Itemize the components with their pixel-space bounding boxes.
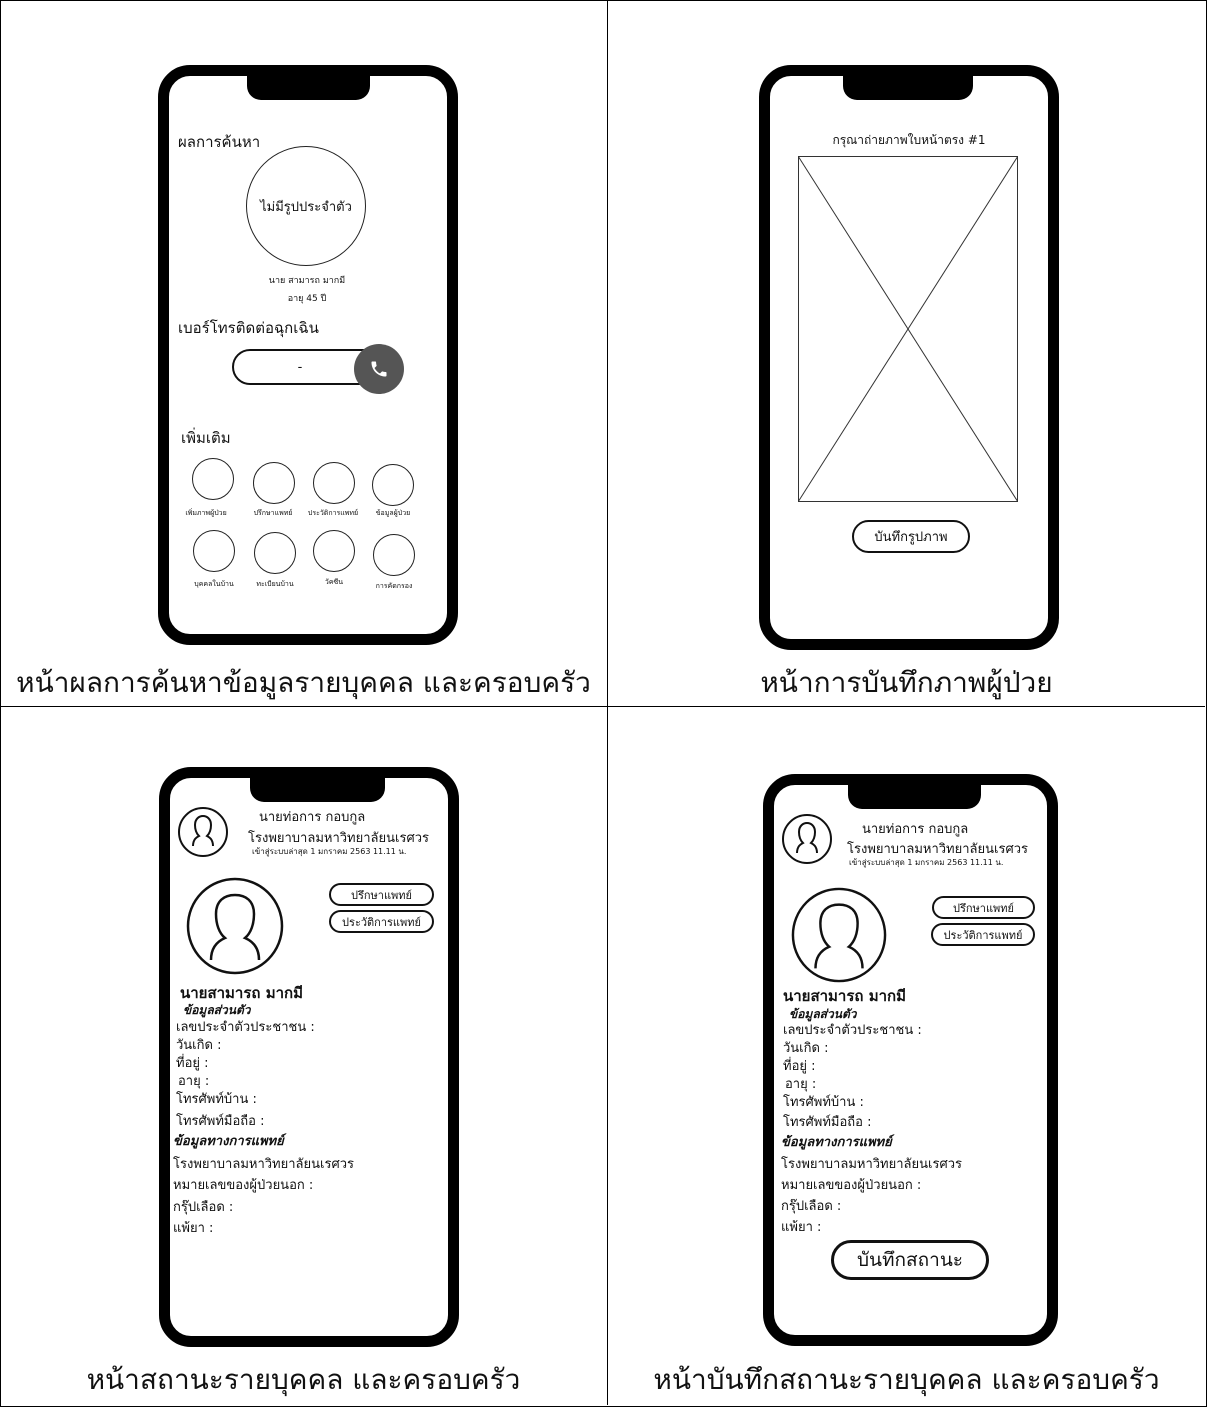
patient-avatar-icon — [791, 887, 887, 983]
menu-label-house-registration: ทะเบียนบ้าน — [256, 580, 294, 588]
caption-search-result: หน้าผลการค้นหาข้อมูลรายบุคคล และครอบครัว — [16, 666, 591, 699]
save-status-label: บันทึกสถานะ — [856, 1249, 964, 1271]
personal-field-age: อายุ : — [178, 1074, 210, 1089]
phone-notch — [843, 74, 973, 100]
medical-field-hospital: โรงพยาบาลมหาวิทยาลัยนเรศวร — [781, 1157, 962, 1172]
phone-notch — [250, 776, 385, 802]
menu-label-screening: การคัดกรอง — [375, 582, 413, 590]
user-avatar-icon — [178, 807, 228, 857]
menu-label-household-members: บุคคลในบ้าน — [194, 580, 234, 588]
personal-field-age: อายุ : — [785, 1077, 817, 1092]
phone-save-status: นายท่อการ กอบกูล โรงพยาบาลมหาวิทยาลัยนเร… — [763, 774, 1058, 1346]
personal-field-mobile: โทรศัพท์มือถือ : — [176, 1114, 265, 1129]
menu-household-members[interactable] — [193, 530, 235, 572]
save-photo-button[interactable]: บันทึกรูปภาพ — [852, 520, 970, 553]
medical-field-hospital: โรงพยาบาลมหาวิทยาลัยนเรศวร — [173, 1157, 354, 1172]
photo-instruction: กรุณาถ่ายภาพใบหน้าตรง #1 — [832, 133, 986, 147]
personal-field-id: เลขประจำตัวประชาชน : — [783, 1023, 922, 1038]
user-name: นายท่อการ กอบกูล — [259, 810, 366, 825]
no-photo-circle: ไม่มีรูปประจำตัว — [246, 146, 366, 266]
phone-search-result: ผลการค้นหา ไม่มีรูปประจำตัว นาย สามารถ ม… — [158, 65, 458, 645]
menu-house-registration[interactable] — [254, 532, 296, 574]
medical-info-title: ข้อมูลทางการแพทย์ — [781, 1135, 892, 1150]
consult-doctor-label: ปรึกษาแพทย์ — [952, 901, 1014, 915]
menu-label-vaccine: วัคซีน — [324, 578, 344, 586]
emergency-phone-value: - — [297, 359, 303, 375]
menu-screening[interactable] — [373, 534, 415, 576]
menu-medical-history[interactable] — [313, 462, 355, 504]
menu-label-add-patient-photo: เพิ่มภาพผู้ป่วย — [185, 509, 227, 517]
caption-person-status: หน้าสถานะรายบุคคล และครอบครัว — [86, 1363, 521, 1396]
patient-name: นาย สามารถ มากมี — [268, 276, 346, 286]
call-button[interactable] — [354, 344, 404, 394]
patient-avatar-icon — [186, 877, 284, 975]
menu-consult-doctor[interactable] — [253, 462, 295, 504]
consult-doctor-button[interactable]: ปรึกษาแพทย์ — [329, 883, 434, 906]
medical-field-drug-allergy: แพ้ยา : — [781, 1220, 822, 1235]
photo-placeholder — [798, 156, 1018, 502]
user-avatar-icon — [782, 814, 832, 864]
menu-label-consult-doctor: ปรึกษาแพทย์ — [253, 509, 293, 517]
personal-field-birthdate: วันเกิด : — [783, 1041, 829, 1056]
personal-field-id: เลขประจำตัวประชาชน : — [176, 1020, 315, 1035]
more-title: เพิ่มเติม — [181, 429, 231, 447]
patient-age: อายุ 45 ปี — [287, 294, 327, 304]
personal-field-home-phone: โทรศัพท์บ้าน : — [783, 1095, 864, 1110]
grid-divider-horizontal — [0, 706, 1205, 707]
phone-notch — [848, 783, 981, 809]
consult-doctor-label: ปรึกษาแพทย์ — [350, 888, 412, 902]
medical-field-blood-group: กรุ๊ปเลือด : — [173, 1200, 234, 1215]
personal-info-title: ข้อมูลส่วนตัว — [183, 1003, 251, 1017]
medical-history-button[interactable]: ประวัติการแพทย์ — [931, 923, 1035, 946]
menu-vaccine[interactable] — [313, 530, 355, 572]
personal-field-address: ที่อยู่ : — [783, 1059, 816, 1074]
personal-field-birthdate: วันเกิด : — [176, 1038, 222, 1053]
medical-history-button[interactable]: ประวัติการแพทย์ — [329, 910, 434, 933]
medical-info-title: ข้อมูลทางการแพทย์ — [173, 1134, 284, 1149]
personal-field-address: ที่อยู่ : — [176, 1056, 209, 1071]
menu-label-patient-info: ข้อมูลผู้ป่วย — [375, 509, 411, 517]
consult-doctor-button[interactable]: ปรึกษาแพทย์ — [932, 896, 1035, 919]
save-status-button[interactable]: บันทึกสถานะ — [831, 1240, 989, 1280]
medical-field-outpatient-no: หมายเลขของผู้ป่วยนอก : — [173, 1178, 314, 1193]
personal-field-home-phone: โทรศัพท์บ้าน : — [176, 1092, 257, 1107]
medical-field-outpatient-no: หมายเลขของผู้ป่วยนอก : — [781, 1178, 922, 1193]
last-login: เข้าสู่ระบบล่าสุด 1 มกราคม 2563 11.11 น. — [849, 858, 1004, 867]
phone-person-status: นายท่อการ กอบกูล โรงพยาบาลมหาวิทยาลัยนเร… — [159, 767, 459, 1347]
medical-history-label: ประวัติการแพทย์ — [342, 915, 421, 929]
menu-label-medical-history: ประวัติการแพทย์ — [307, 509, 359, 517]
phone-icon — [371, 361, 387, 377]
save-photo-label: บันทึกรูปภาพ — [874, 530, 948, 545]
medical-field-blood-group: กรุ๊ปเลือด : — [781, 1199, 842, 1214]
no-photo-label: ไม่มีรูปประจำตัว — [260, 199, 352, 215]
personal-field-mobile: โทรศัพท์มือถือ : — [783, 1115, 872, 1130]
medical-field-drug-allergy: แพ้ยา : — [173, 1221, 214, 1236]
phone-photo-capture: กรุณาถ่ายภาพใบหน้าตรง #1 บันทึกรูปภาพ — [759, 65, 1059, 650]
search-title: ผลการค้นหา — [178, 133, 261, 151]
emergency-title: เบอร์โทรติดต่อฉุกเฉิน — [178, 319, 319, 337]
user-name: นายท่อการ กอบกูล — [862, 822, 969, 837]
caption-save-status: หน้าบันทึกสถานะรายบุคคล และครอบครัว — [653, 1363, 1160, 1396]
menu-add-patient-photo[interactable] — [192, 458, 234, 500]
caption-photo-capture: หน้าการบันทึกภาพผู้ป่วย — [760, 666, 1053, 699]
medical-history-label: ประวัติการแพทย์ — [943, 928, 1023, 942]
phone-notch — [247, 74, 370, 100]
menu-patient-info[interactable] — [372, 464, 414, 506]
last-login: เข้าสู่ระบบล่าสุด 1 มกราคม 2563 11.11 น. — [252, 847, 407, 856]
